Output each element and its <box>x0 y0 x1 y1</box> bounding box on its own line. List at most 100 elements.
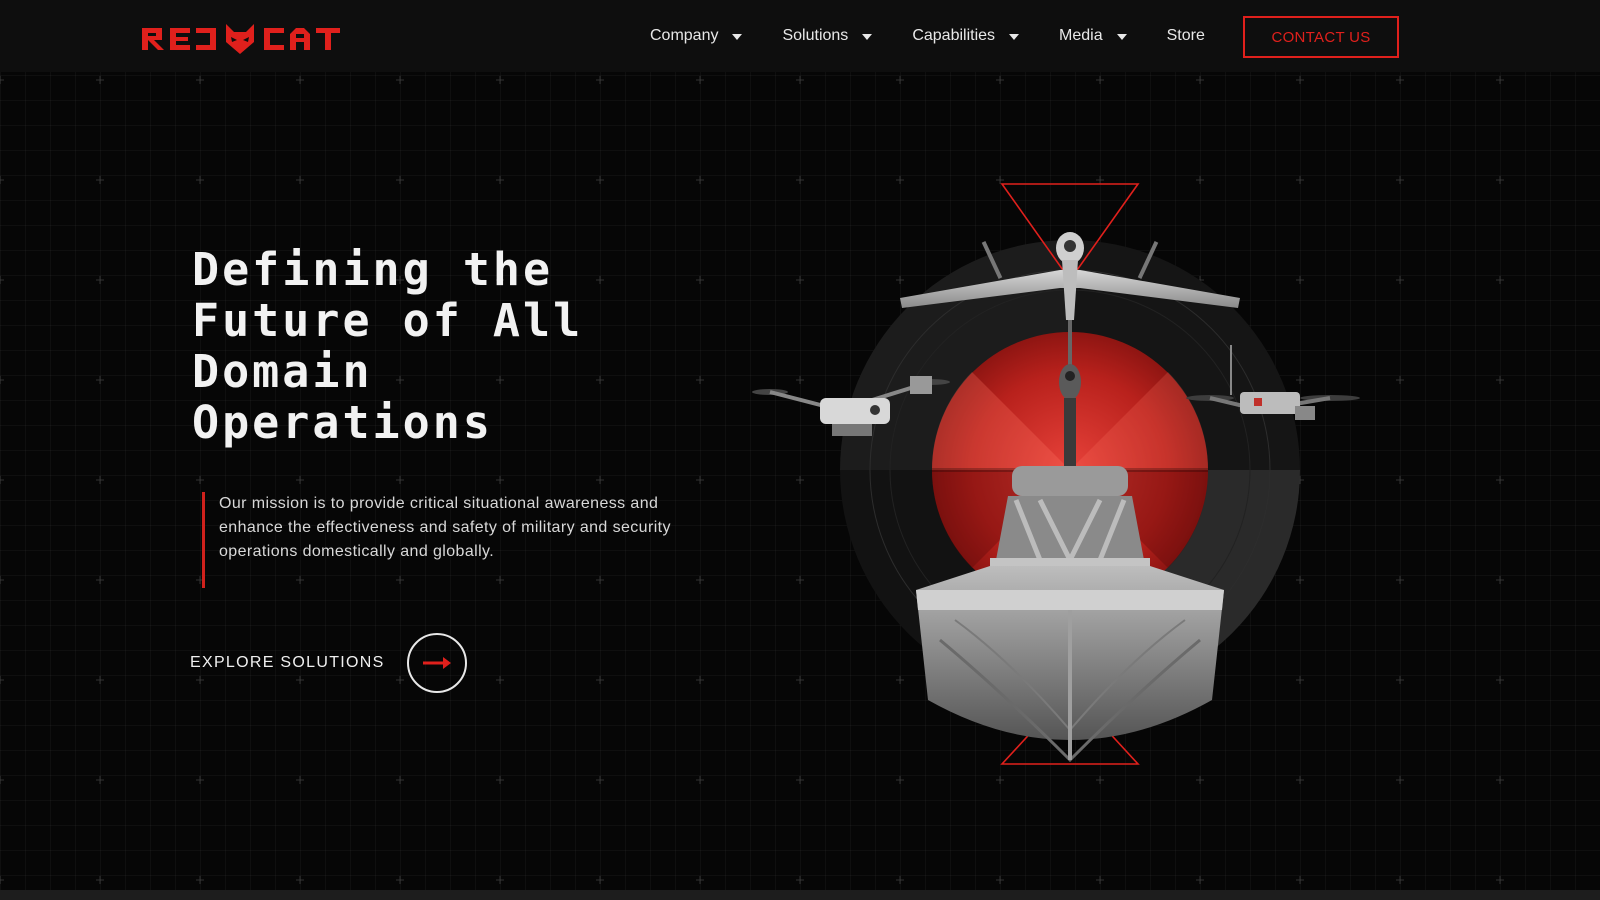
grid-plus <box>0 476 4 484</box>
cta-label: EXPLORE SOLUTIONS <box>190 654 385 671</box>
red-cat-logo[interactable] <box>140 22 345 54</box>
grid-plus <box>296 476 304 484</box>
grid-plus <box>96 476 104 484</box>
grid-plus <box>296 776 304 784</box>
grid-plus <box>0 176 4 184</box>
grid-plus <box>0 376 4 384</box>
grid-plus <box>1496 576 1504 584</box>
grid-plus <box>696 176 704 184</box>
grid-plus <box>896 76 904 84</box>
grid-plus <box>396 176 404 184</box>
grid-plus <box>96 276 104 284</box>
grid-plus <box>0 576 4 584</box>
grid-plus <box>1396 76 1404 84</box>
grid-plus <box>1496 476 1504 484</box>
grid-plus <box>496 176 504 184</box>
grid-plus <box>596 476 604 484</box>
nav-item-capabilities[interactable]: Capabilities <box>912 27 1020 45</box>
arrow-right-icon[interactable] <box>406 633 467 693</box>
caret-down-icon <box>1009 34 1020 40</box>
nav-item-label: Store <box>1166 27 1205 44</box>
grid-plus <box>396 876 404 884</box>
contact-us-button[interactable]: CONTACT US <box>1243 16 1399 58</box>
grid-plus <box>296 876 304 884</box>
grid-plus <box>296 76 304 84</box>
grid-plus <box>1096 76 1104 84</box>
grid-plus <box>96 576 104 584</box>
caret-down-icon <box>862 34 873 40</box>
page-bottom-edge <box>0 890 1600 900</box>
grid-plus <box>1496 376 1504 384</box>
grid-plus <box>1496 276 1504 284</box>
grid-plus <box>596 776 604 784</box>
grid-plus <box>496 76 504 84</box>
grid-plus <box>596 876 604 884</box>
grid-plus <box>1496 876 1504 884</box>
grid-plus <box>96 776 104 784</box>
grid-plus <box>396 476 404 484</box>
grid-plus <box>496 676 504 684</box>
grid-plus <box>1196 876 1204 884</box>
grid-plus <box>796 876 804 884</box>
grid-plus <box>96 176 104 184</box>
grid-plus <box>1196 76 1204 84</box>
grid-plus <box>696 76 704 84</box>
grid-plus <box>496 776 504 784</box>
grid-plus <box>996 76 1004 84</box>
hero-title-line: Domain <box>192 345 373 398</box>
grid-plus <box>0 776 4 784</box>
site-header: Company Solutions Capabilities Media Sto… <box>0 0 1600 72</box>
nav-item-store[interactable]: Store <box>1167 27 1205 45</box>
grid-plus <box>96 676 104 684</box>
nav-item-label: Company <box>650 27 719 44</box>
nav-item-company[interactable]: Company <box>650 27 743 45</box>
grid-plus <box>996 876 1004 884</box>
explore-solutions-link[interactable]: EXPLORE SOLUTIONS <box>190 633 467 693</box>
grid-plus <box>196 876 204 884</box>
grid-plus <box>696 276 704 284</box>
caret-down-icon <box>732 34 743 40</box>
grid-plus <box>1496 676 1504 684</box>
grid-plus <box>696 776 704 784</box>
grid-plus <box>596 76 604 84</box>
grid-plus <box>1296 876 1304 884</box>
grid-plus <box>1496 176 1504 184</box>
grid-plus <box>696 476 704 484</box>
grid-plus <box>0 876 4 884</box>
grid-plus <box>896 876 904 884</box>
caret-down-icon <box>1116 34 1127 40</box>
grid-plus <box>496 476 504 484</box>
grid-plus <box>1496 76 1504 84</box>
grid-plus <box>796 76 804 84</box>
grid-plus <box>696 876 704 884</box>
grid-plus <box>1096 876 1104 884</box>
grid-plus <box>0 676 4 684</box>
grid-plus <box>596 676 604 684</box>
grid-plus <box>196 176 204 184</box>
grid-plus <box>396 76 404 84</box>
grid-plus <box>96 876 104 884</box>
grid-plus <box>496 876 504 884</box>
mission-statement: Our mission is to provide critical situa… <box>202 492 682 588</box>
grid-plus <box>96 376 104 384</box>
grid-plus <box>696 576 704 584</box>
grid-plus <box>1296 76 1304 84</box>
grid-plus <box>696 676 704 684</box>
nav-item-label: Capabilities <box>912 27 996 44</box>
nav-item-media[interactable]: Media <box>1059 27 1127 45</box>
grid-plus <box>596 176 604 184</box>
hero-title-line: Future of All <box>192 294 584 347</box>
grid-plus <box>1496 776 1504 784</box>
nav-item-label: Solutions <box>782 27 849 44</box>
grid-plus <box>96 76 104 84</box>
main-nav: Company Solutions Capabilities Media Sto… <box>650 0 1245 72</box>
grid-plus <box>0 276 4 284</box>
nav-item-label: Media <box>1059 27 1103 44</box>
hero-title-line: Operations <box>192 396 493 449</box>
grid-plus <box>196 76 204 84</box>
grid-plus <box>396 776 404 784</box>
grid-plus <box>296 176 304 184</box>
nav-item-solutions[interactable]: Solutions <box>782 27 873 45</box>
hero-graphic <box>740 170 1400 790</box>
hero-title: Defining the Future of All Domain Operat… <box>192 244 612 448</box>
